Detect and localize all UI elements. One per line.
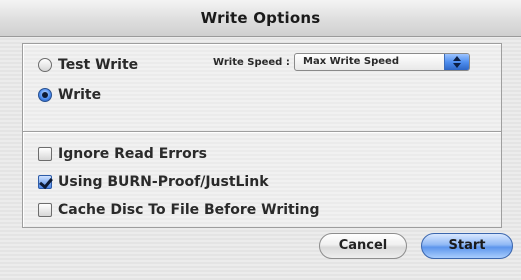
write-options-window: Write Options Test Write Write Write Spe… bbox=[0, 0, 521, 280]
write-radio[interactable] bbox=[38, 88, 52, 102]
write-speed-value: Max Write Speed bbox=[303, 56, 399, 67]
cache-disc-checkbox[interactable] bbox=[38, 203, 52, 217]
cache-disc-option[interactable]: Cache Disc To File Before Writing bbox=[38, 202, 320, 218]
cancel-button[interactable]: Cancel bbox=[319, 233, 407, 259]
write-speed-label: Write Speed : bbox=[213, 57, 290, 68]
write-speed-select[interactable]: Max Write Speed bbox=[294, 53, 470, 71]
start-button[interactable]: Start bbox=[421, 233, 513, 259]
test-write-radio[interactable] bbox=[38, 58, 52, 72]
popup-arrows-icon[interactable] bbox=[444, 54, 469, 70]
cache-disc-label: Cache Disc To File Before Writing bbox=[58, 202, 320, 218]
write-label: Write bbox=[58, 87, 102, 103]
ignore-read-errors-checkbox[interactable] bbox=[38, 147, 52, 161]
ignore-read-errors-label: Ignore Read Errors bbox=[58, 146, 207, 162]
burn-proof-option[interactable]: Using BURN-Proof/JustLink bbox=[38, 174, 269, 190]
burn-proof-checkbox[interactable] bbox=[38, 175, 52, 189]
test-write-option[interactable]: Test Write bbox=[38, 57, 138, 73]
window-title: Write Options bbox=[200, 9, 321, 27]
write-option[interactable]: Write bbox=[38, 87, 101, 103]
burn-proof-label: Using BURN-Proof/JustLink bbox=[58, 174, 269, 190]
ignore-read-errors-option[interactable]: Ignore Read Errors bbox=[38, 146, 207, 162]
test-write-label: Test Write bbox=[58, 57, 139, 73]
title-bar[interactable]: Write Options bbox=[0, 0, 521, 37]
